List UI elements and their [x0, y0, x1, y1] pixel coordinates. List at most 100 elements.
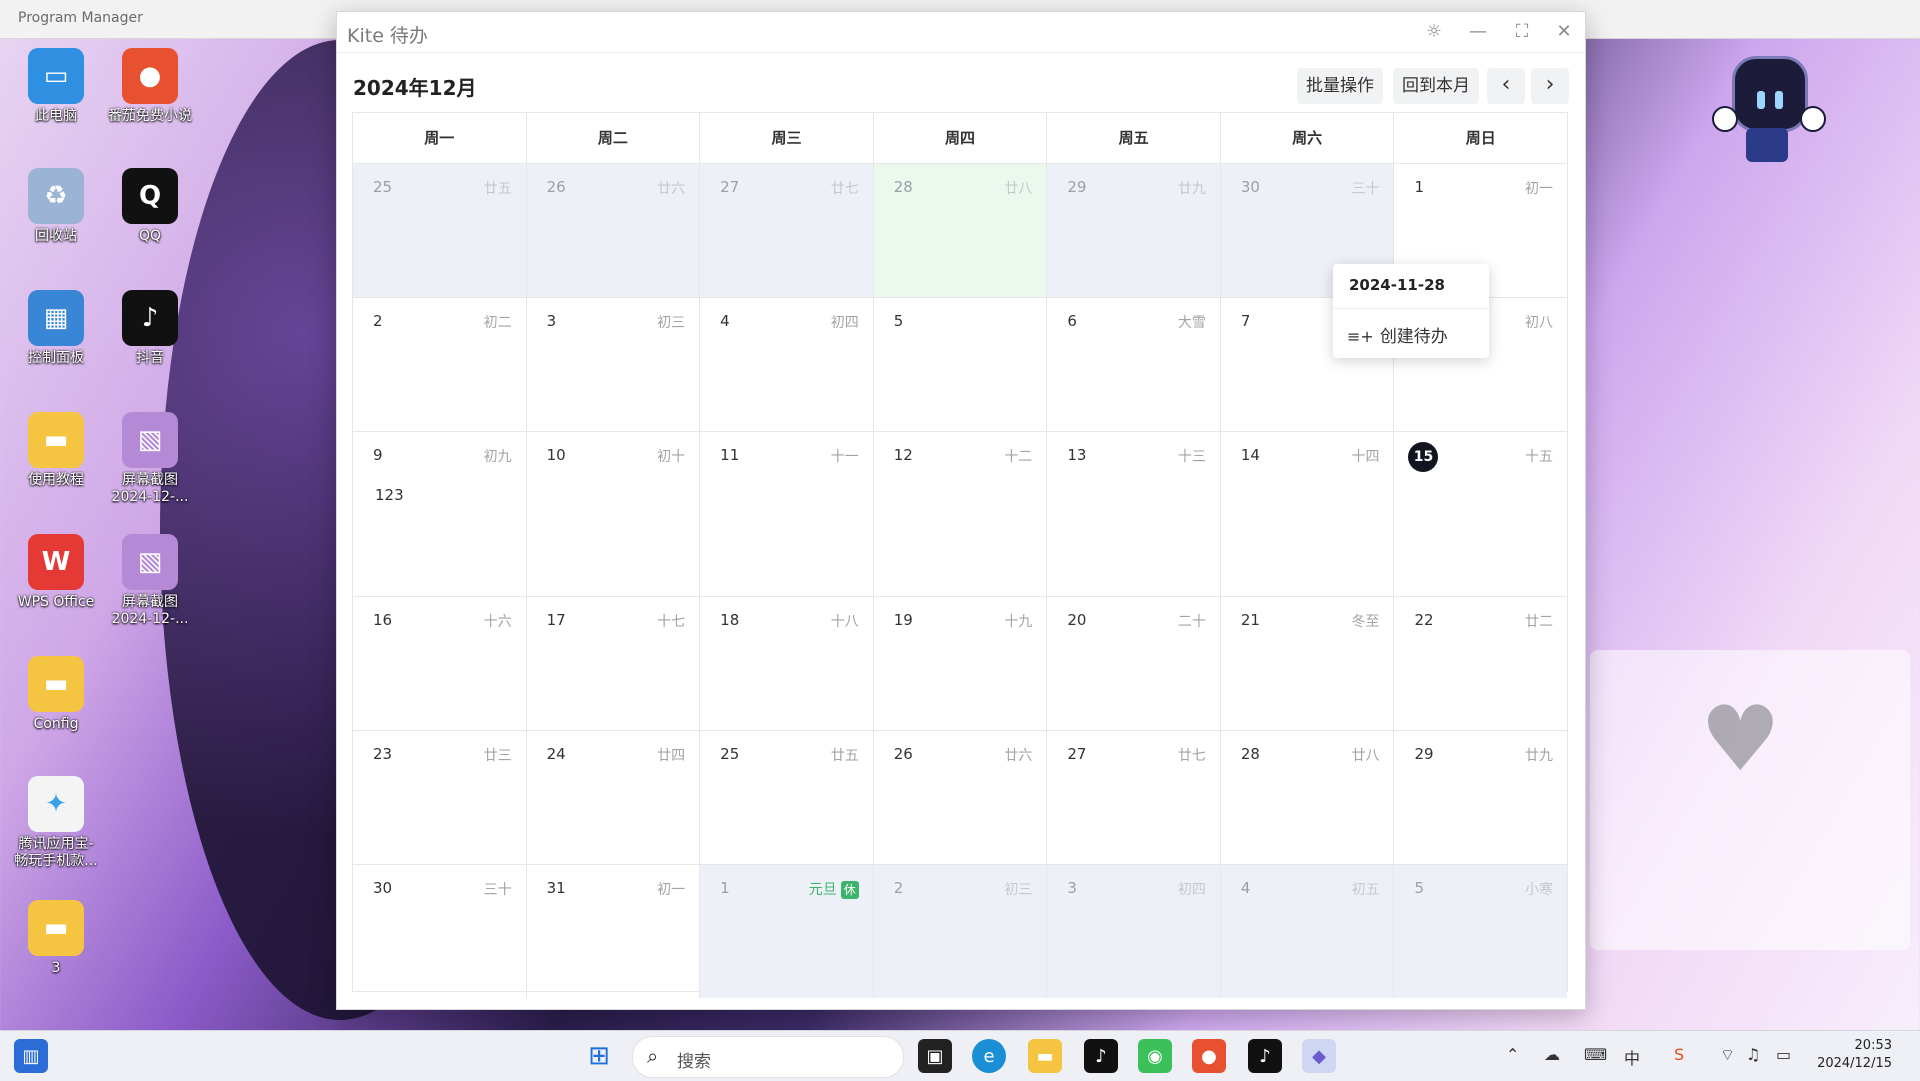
- create-todo-menu-item[interactable]: ≡+ 创建待办: [1347, 322, 1448, 347]
- calendar-day-cell[interactable]: 22 廿二: [1394, 597, 1567, 730]
- back-to-month-button[interactable]: 回到本月: [1393, 68, 1479, 104]
- day-number: 11: [720, 446, 740, 464]
- lunar-label: 十七: [657, 611, 685, 631]
- calendar-day-cell[interactable]: 30 三十: [353, 865, 527, 998]
- widgets-icon[interactable]: ▥: [14, 1039, 48, 1073]
- calendar-day-cell[interactable]: 10 初十: [527, 432, 701, 596]
- calendar-day-cell[interactable]: 14 十四: [1221, 432, 1395, 596]
- calendar-day-cell[interactable]: 3 初三: [527, 298, 701, 431]
- calendar-day-cell[interactable]: 18 十八: [700, 597, 874, 730]
- calendar-day-cell[interactable]: 26 廿六: [526, 164, 701, 297]
- wechat-icon[interactable]: ◉: [1138, 1039, 1172, 1073]
- lunar-text: 廿七: [1177, 748, 1206, 764]
- calendar-day-cell[interactable]: 1 元旦休: [700, 865, 874, 998]
- desktop-icon[interactable]: ▧ 屏幕截图 2024-12-...: [100, 534, 200, 628]
- prev-month-icon[interactable]: ‹: [1487, 68, 1525, 104]
- calendar-day-cell[interactable]: 15 十五: [1394, 432, 1567, 596]
- minimize-icon[interactable]: —: [1463, 18, 1493, 46]
- robot-mascot-icon[interactable]: [1710, 44, 1826, 174]
- todo-item[interactable]: 123: [375, 486, 404, 504]
- lunar-label: 廿七: [1178, 745, 1206, 765]
- calendar-day-cell[interactable]: 6 大雪: [1047, 298, 1221, 431]
- windows-start-icon[interactable]: ⊞: [582, 1039, 616, 1073]
- calendar-day-cell[interactable]: 23 廿三: [353, 731, 527, 864]
- calendar-day-cell[interactable]: 19 十九: [874, 597, 1048, 730]
- calendar-grid: 周一 周二 周三 周四 周五 周六 周日 25 廿五 26 廿六 27 廿七 28 廿八 29 廿九 30 三十 1…: [352, 112, 1568, 998]
- battery-icon[interactable]: ▭: [1776, 1045, 1791, 1064]
- calendar-day-cell[interactable]: 9 初九 123: [353, 432, 527, 596]
- close-icon[interactable]: ✕: [1549, 18, 1579, 46]
- lunar-label: 三十: [1351, 178, 1379, 198]
- calendar-day-cell[interactable]: 12 十二: [874, 432, 1048, 596]
- calendar-day-cell[interactable]: 4 初四: [700, 298, 874, 431]
- calendar-day-cell[interactable]: 5 小寒: [1394, 865, 1568, 998]
- calendar-day-cell[interactable]: 25 廿五: [353, 164, 527, 297]
- lunar-text: 廿九: [1525, 748, 1554, 764]
- calendar-day-cell[interactable]: 17 十七: [527, 597, 701, 730]
- calendar-day-cell[interactable]: 24 廿四: [527, 731, 701, 864]
- desktop-icon[interactable]: W WPS Office: [6, 534, 106, 611]
- desktop-icon[interactable]: ▦ 控制面板: [6, 290, 106, 367]
- desktop-icon[interactable]: ▬ Config: [6, 656, 106, 733]
- lunar-text: 初一: [1525, 181, 1554, 197]
- calendar-day-cell[interactable]: 29 廿九: [1047, 164, 1221, 297]
- calendar-day-cell[interactable]: 16 十六: [353, 597, 527, 730]
- calendar-day-cell[interactable]: 2 初二: [353, 298, 527, 431]
- lunar-label: 初四: [831, 312, 859, 332]
- task-view-icon[interactable]: ▣: [918, 1039, 952, 1073]
- chevron-up-icon[interactable]: ⌃: [1506, 1045, 1519, 1064]
- desktop-icon-label: 屏幕截图 2024-12-...: [111, 472, 189, 505]
- calendar-day-cell[interactable]: 2 初三: [873, 865, 1048, 998]
- taskbar-search[interactable]: ⌕ 搜索: [632, 1036, 904, 1078]
- desktop-icon[interactable]: ● 番茄免费小说: [100, 48, 200, 125]
- calendar-day-cell[interactable]: 29 廿九: [1394, 731, 1567, 864]
- calendar-day-cell[interactable]: 31 初一: [527, 865, 701, 998]
- douyin-icon[interactable]: ♪: [1248, 1039, 1282, 1073]
- volume-icon[interactable]: ♫: [1746, 1045, 1760, 1064]
- calendar-day-cell[interactable]: 4 初五: [1220, 865, 1395, 998]
- next-month-icon[interactable]: ›: [1531, 68, 1569, 104]
- calendar-day-cell[interactable]: 28 廿八: [873, 164, 1048, 297]
- calendar-day-cell[interactable]: 26 廿六: [874, 731, 1048, 864]
- calendar-day-cell[interactable]: 5: [874, 298, 1048, 431]
- taskbar-clock[interactable]: 20:53 2024/12/15: [1817, 1037, 1892, 1073]
- douyin-icon[interactable]: ♪: [1084, 1039, 1118, 1073]
- desktop-icon[interactable]: ♻ 回收站: [6, 168, 106, 245]
- kite-todo-window: Kite 待办 ☼ — ⛶ ✕ 2024年12月 批量操作 回到本月 ‹ › 周…: [336, 11, 1586, 1010]
- wifi-icon[interactable]: ⌔: [1720, 1045, 1735, 1065]
- theme-sun-icon[interactable]: ☼: [1419, 18, 1449, 46]
- desktop-icon[interactable]: Q QQ: [100, 168, 200, 245]
- calendar-day-cell[interactable]: 28 廿八: [1221, 731, 1395, 864]
- keyboard-icon[interactable]: ⌨: [1584, 1045, 1607, 1064]
- desktop-icon[interactable]: ▭ 此电脑: [6, 48, 106, 125]
- lunar-label: 二十: [1178, 611, 1206, 631]
- calendar-day-cell[interactable]: 25 廿五: [700, 731, 874, 864]
- lunar-text: 初九: [483, 449, 512, 465]
- desktop-icon[interactable]: ♪ 抖音: [100, 290, 200, 367]
- window-titlebar[interactable]: Kite 待办 ☼ — ⛶ ✕: [337, 12, 1585, 53]
- calendar-day-cell[interactable]: 3 初四: [1047, 865, 1221, 998]
- desktop-icon[interactable]: ✦ 腾讯应用宝- 畅玩手机款...: [6, 776, 106, 870]
- desktop-icon[interactable]: ▬ 使用教程: [6, 412, 106, 489]
- desktop-icon[interactable]: ▧ 屏幕截图 2024-12-...: [100, 412, 200, 506]
- ime-icon[interactable]: 中: [1624, 1045, 1640, 1069]
- calendar-day-cell[interactable]: 27 廿七: [700, 164, 874, 297]
- edge-icon[interactable]: e: [972, 1039, 1006, 1073]
- file-explorer-icon[interactable]: ▬: [1028, 1039, 1062, 1073]
- sogou-icon[interactable]: S: [1674, 1045, 1684, 1064]
- calendar-day-cell[interactable]: 20 二十: [1047, 597, 1221, 730]
- lunar-text: 元旦: [808, 882, 837, 898]
- list-add-icon: ≡+: [1347, 327, 1374, 346]
- cloud-icon[interactable]: ☁: [1544, 1045, 1560, 1064]
- desktop-icon[interactable]: ▬ 3: [6, 900, 106, 977]
- calendar-day-cell[interactable]: 13 十三: [1047, 432, 1221, 596]
- maximize-icon[interactable]: ⛶: [1507, 18, 1537, 46]
- calendar-day-cell[interactable]: 27 廿七: [1047, 731, 1221, 864]
- kite-app-icon[interactable]: ◆: [1302, 1039, 1336, 1073]
- batch-operation-button[interactable]: 批量操作: [1297, 68, 1383, 104]
- tomato-novel-icon[interactable]: ●: [1192, 1039, 1226, 1073]
- lunar-text: 十七: [657, 614, 686, 630]
- calendar-day-cell[interactable]: 21 冬至: [1221, 597, 1395, 730]
- clock-time: 20:53: [1854, 1038, 1892, 1053]
- calendar-day-cell[interactable]: 11 十一: [700, 432, 874, 596]
